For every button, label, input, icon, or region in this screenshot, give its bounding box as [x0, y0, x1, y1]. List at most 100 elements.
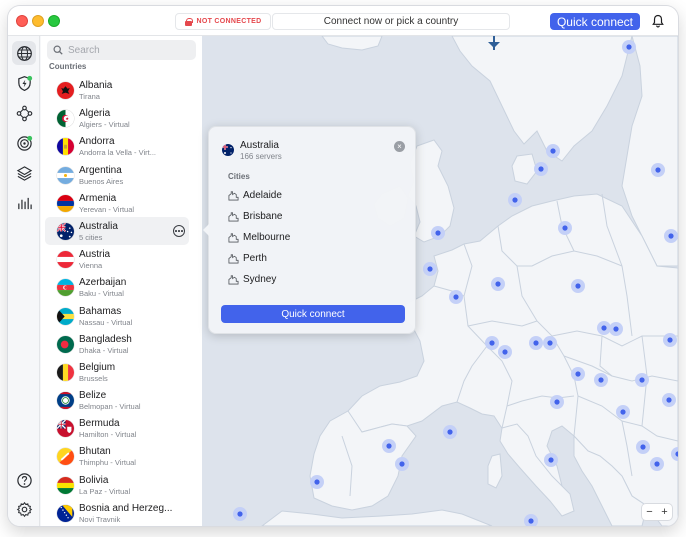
country-name: Bangladesh — [79, 333, 132, 345]
city-item-adelaide[interactable]: Adelaide — [228, 187, 282, 203]
popover-quick-connect-button[interactable]: Quick connect — [221, 305, 405, 323]
country-subtitle: Baku - Virtual — [79, 289, 124, 299]
australia-flag-icon — [57, 222, 74, 240]
city-name: Perth — [243, 252, 267, 264]
country-item-bolivia[interactable]: Bolivia La Paz - Virtual — [41, 471, 202, 499]
country-name: Albania — [79, 80, 113, 91]
stats-icon — [17, 197, 32, 209]
quick-connect-button[interactable]: Quick connect — [550, 13, 640, 30]
country-name: Armenia — [79, 192, 117, 204]
nav-rail — [8, 36, 40, 526]
country-subtitle: Vienna — [79, 261, 103, 271]
nav-settings[interactable] — [12, 497, 36, 521]
settings-icon — [16, 501, 32, 517]
search-box[interactable] — [47, 40, 196, 60]
bahamas-flag-icon — [57, 307, 74, 325]
country-subtitle: Hamilton - Virtual — [79, 430, 137, 440]
connection-hint: Connect now or pick a country — [272, 13, 510, 30]
city-item-perth[interactable]: Perth — [228, 250, 267, 266]
country-subtitle: La Paz - Virtual — [79, 486, 131, 496]
country-item-bahamas[interactable]: Bahamas Nassau - Virtual — [41, 302, 202, 330]
country-item-albania[interactable]: Albania Tirana — [41, 76, 202, 104]
title-bar: NOT CONNECTED Connect now or pick a coun… — [8, 6, 678, 36]
country-item-belize[interactable]: Belize Belmopan - Virtual — [41, 386, 202, 414]
cities-label: Cities — [228, 172, 250, 181]
city-name: Melbourne — [243, 231, 291, 243]
zoom-in-button[interactable]: + — [661, 506, 667, 518]
city-icon — [228, 253, 239, 263]
minimize-window-button[interactable] — [32, 15, 44, 27]
city-item-sydney[interactable]: Sydney — [228, 271, 276, 287]
close-popover-button[interactable]: × — [394, 141, 405, 152]
nav-split-tunneling[interactable] — [12, 161, 36, 185]
country-item-armenia[interactable]: Armenia Yerevan - Virtual — [41, 189, 202, 217]
city-name: Sydney — [243, 273, 277, 285]
meshnet-icon — [16, 105, 32, 121]
bosnia-flag-icon — [57, 504, 74, 522]
bell-icon[interactable] — [652, 14, 664, 28]
country-name: Bermuda — [79, 418, 120, 430]
bolivia-flag-icon — [57, 476, 74, 494]
country-item-belgium[interactable]: Belgium Brussels — [41, 358, 202, 386]
country-item-bosnia[interactable]: Bosnia and Herzeg... Novi Travnik — [41, 499, 202, 526]
connection-hint-text: Connect now or pick a country — [323, 16, 459, 27]
dark-web-monitor-icon — [16, 135, 32, 151]
country-item-argentina[interactable]: Argentina Buenos Aires — [41, 161, 202, 189]
bangladesh-flag-icon — [57, 335, 74, 353]
country-item-austria[interactable]: Austria Vienna — [41, 245, 202, 273]
country-name: Azerbaijan — [79, 277, 127, 289]
search-icon — [53, 45, 63, 55]
country-subtitle: Novi Travnik — [79, 514, 121, 524]
nav-dark-web-monitor[interactable] — [12, 131, 36, 155]
andorra-flag-icon — [57, 138, 74, 156]
popover-country-name: Australia — [240, 140, 279, 151]
city-icon — [228, 274, 239, 284]
zoom-window-button[interactable] — [48, 15, 60, 27]
nav-help[interactable] — [12, 468, 36, 492]
country-item-bangladesh[interactable]: Bangladesh Dhaka - Virtual — [41, 330, 202, 358]
country-name: Argentina — [79, 164, 122, 176]
country-name: Bhutan — [79, 446, 111, 458]
bhutan-flag-icon — [57, 448, 74, 466]
city-icon — [228, 211, 239, 221]
azerbaijan-flag-icon — [57, 279, 74, 297]
popover-server-count: 166 servers — [240, 152, 282, 161]
country-name: Belgium — [79, 361, 116, 373]
more-options-icon[interactable] — [173, 224, 185, 237]
nav-meshnet[interactable] — [12, 101, 36, 125]
zoom-out-button[interactable]: − — [646, 506, 652, 518]
close-window-button[interactable] — [16, 15, 28, 27]
country-popover: Australia 166 servers × Cities Adelaide … — [203, 126, 416, 334]
city-name: Adelaide — [243, 189, 282, 201]
country-item-azerbaijan[interactable]: Azerbaijan Baku - Virtual — [41, 273, 202, 301]
connection-status-label: NOT CONNECTED — [196, 18, 262, 25]
austria-flag-icon — [57, 251, 74, 269]
countries-section-label: Countries — [49, 62, 87, 71]
city-item-melbourne[interactable]: Melbourne — [228, 229, 290, 245]
albania-flag-icon — [57, 82, 74, 99]
country-subtitle: Yerevan - Virtual — [79, 204, 135, 214]
popover-arrow — [203, 224, 209, 236]
bermuda-flag-icon — [57, 420, 74, 438]
country-item-andorra[interactable]: Andorra Andorra la Vella - Virt... — [41, 132, 202, 160]
algeria-flag-icon — [57, 110, 74, 128]
nav-statistics[interactable] — [12, 191, 36, 215]
country-subtitle: 5 cities — [79, 232, 103, 242]
country-subtitle: Thimphu - Virtual — [79, 458, 136, 468]
country-subtitle: Andorra la Vella - Virt... — [79, 148, 156, 158]
city-item-brisbane[interactable]: Brisbane — [228, 208, 282, 224]
country-subtitle: Brussels — [79, 373, 108, 383]
country-item-bermuda[interactable]: Bermuda Hamilton - Virtual — [41, 414, 202, 442]
country-name: Bosnia and Herzeg... — [79, 502, 173, 514]
country-item-bhutan[interactable]: Bhutan Thimphu - Virtual — [41, 442, 202, 470]
nav-countries[interactable] — [12, 41, 36, 65]
country-subtitle: Algiers - Virtual — [79, 120, 130, 130]
country-item-algeria[interactable]: Algeria Algiers - Virtual — [41, 104, 202, 132]
nav-threat-protection[interactable] — [12, 71, 36, 95]
shield-bolt-icon — [17, 75, 32, 91]
globe-icon — [16, 45, 32, 61]
search-input[interactable] — [68, 44, 188, 56]
country-name: Austria — [79, 249, 111, 261]
country-item-australia[interactable]: Australia 5 cities — [45, 216, 189, 246]
help-icon — [16, 472, 32, 488]
